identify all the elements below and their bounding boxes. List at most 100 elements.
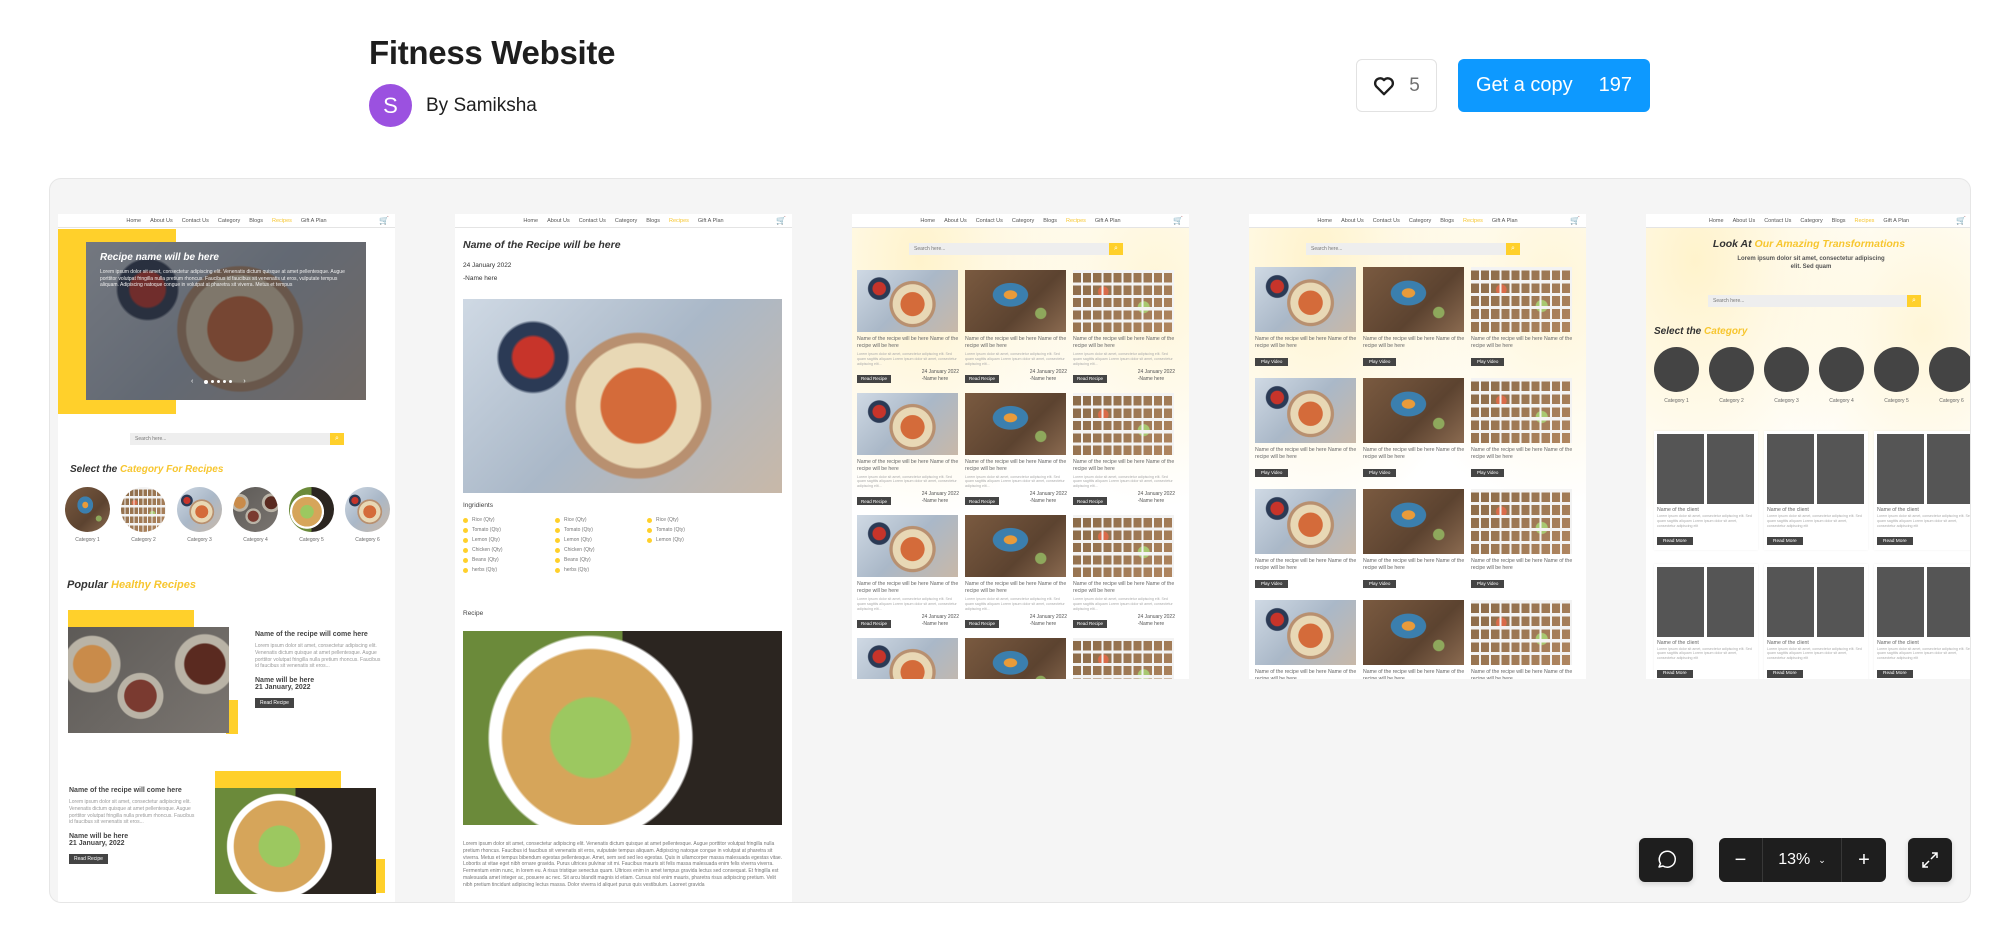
recipe-card-image[interactable] [1073, 515, 1174, 578]
category-item[interactable]: Category 4 [233, 487, 278, 543]
nav-item-contact-us[interactable]: Contact Us [1373, 218, 1400, 224]
category-item[interactable]: Category 2 [1709, 347, 1754, 404]
search-input[interactable]: Search here... [130, 433, 330, 445]
read-more-button[interactable]: Read More [1657, 537, 1693, 546]
category-item[interactable]: Category 3 [1764, 347, 1809, 404]
recipe-card-image[interactable] [857, 515, 958, 578]
play-video-button[interactable]: Play Video [1363, 579, 1397, 588]
recipe-card[interactable]: Name of the recipe will be here Name of … [1255, 489, 1357, 590]
recipe-card-image[interactable] [1471, 600, 1572, 666]
cart-icon[interactable]: 🛒 [1956, 216, 1966, 225]
recipe-card-image[interactable] [965, 515, 1066, 578]
recipe-card[interactable]: Name of the recipe will be here Name of … [1073, 270, 1175, 383]
search-input[interactable]: Search here... [909, 243, 1109, 255]
category-image[interactable] [1819, 347, 1864, 392]
read-recipe-button[interactable]: Read Recipe [1073, 374, 1108, 383]
frame-recipe-detail[interactable]: Home About Us Contact Us Category Blogs Recip… [455, 214, 792, 902]
nav-item-recipes[interactable]: Recipes [1066, 218, 1086, 224]
category-item[interactable]: Category 6 [1929, 347, 1970, 404]
category-image[interactable] [1709, 347, 1754, 392]
nav-item-about-us[interactable]: About Us [1341, 218, 1364, 224]
nav-item-home[interactable]: Home [1709, 218, 1724, 224]
nav-item-about-us[interactable]: About Us [1733, 218, 1756, 224]
recipe-card[interactable]: Name of the recipe will be here Name of … [857, 515, 959, 628]
nav-item-recipes[interactable]: Recipes [1855, 218, 1875, 224]
client-card[interactable]: Name of the client Lorem ipsum dolor sit … [1874, 431, 1970, 550]
play-video-button[interactable]: Play Video [1255, 579, 1289, 588]
nav-item-about-us[interactable]: About Us [547, 218, 570, 224]
cart-icon[interactable]: 🛒 [1570, 216, 1580, 225]
search-bar[interactable]: Search here... ⌕ [909, 243, 1123, 255]
nav-item-category[interactable]: Category [1012, 218, 1034, 224]
search-bar[interactable]: Search here... ⌕ [130, 433, 344, 445]
recipe-card[interactable]: Name of the recipe will be here Name of … [1363, 267, 1465, 368]
author[interactable]: S By Samiksha [369, 84, 537, 127]
popular-recipe-image[interactable] [68, 627, 229, 733]
category-image[interactable] [177, 487, 222, 532]
avatar[interactable]: S [369, 84, 412, 127]
category-item[interactable]: Category 1 [65, 487, 110, 543]
search-icon[interactable]: ⌕ [1907, 295, 1921, 307]
client-card[interactable]: Name of the client Lorem ipsum dolor sit … [1764, 431, 1868, 550]
play-video-button[interactable]: Play Video [1471, 357, 1505, 366]
nav-item-blogs[interactable]: Blogs [1832, 218, 1846, 224]
search-icon[interactable]: ⌕ [330, 433, 344, 445]
category-item[interactable]: Category 5 [1874, 347, 1919, 404]
cart-icon[interactable]: 🛒 [1173, 216, 1183, 225]
recipe-card-image[interactable] [1471, 267, 1572, 332]
next-arrow-icon[interactable]: › [243, 378, 245, 385]
recipe-card-image[interactable] [1363, 600, 1464, 666]
recipe-card[interactable]: Name of the recipe will be here Name of … [1255, 600, 1357, 679]
author-name[interactable]: By Samiksha [426, 95, 537, 117]
carousel-dot[interactable] [217, 380, 221, 383]
nav-item-category[interactable]: Category [615, 218, 637, 224]
play-video-button[interactable]: Play Video [1255, 468, 1289, 477]
search-icon[interactable]: ⌕ [1109, 243, 1123, 255]
recipe-card-image[interactable] [1471, 489, 1572, 555]
frame-transformations[interactable]: Home About Us Contact Us Category Blogs Recip… [1646, 214, 1970, 679]
play-video-button[interactable]: Play Video [1255, 357, 1289, 366]
client-card[interactable]: Name of the client Lorem ipsum dolor sit … [1874, 563, 1970, 679]
zoom-out-button[interactable]: − [1719, 838, 1763, 882]
search-bar[interactable]: Search here... ⌕ [1306, 243, 1520, 255]
play-video-button[interactable]: Play Video [1471, 579, 1505, 588]
nav-item-contact-us[interactable]: Contact Us [579, 218, 606, 224]
recipe-card-image[interactable] [1255, 600, 1356, 666]
read-recipe-button[interactable]: Read Recipe [69, 854, 108, 864]
nav-item-home[interactable]: Home [920, 218, 935, 224]
recipe-card-image[interactable] [965, 270, 1066, 332]
nav-item-about-us[interactable]: About Us [150, 218, 173, 224]
nav-item-recipes[interactable]: Recipes [669, 218, 689, 224]
category-item[interactable]: Category 6 [345, 487, 390, 543]
read-recipe-button[interactable]: Read Recipe [857, 374, 892, 383]
read-recipe-button[interactable]: Read Recipe [857, 619, 892, 628]
category-image[interactable] [289, 487, 334, 532]
recipe-card-image[interactable] [1363, 267, 1464, 332]
read-more-button[interactable]: Read More [1877, 669, 1913, 678]
category-image[interactable] [1929, 347, 1970, 392]
recipe-card-image[interactable] [857, 392, 958, 455]
read-recipe-button[interactable]: Read Recipe [965, 497, 1000, 506]
nav-item-blogs[interactable]: Blogs [249, 218, 263, 224]
recipe-card-image[interactable] [1363, 489, 1464, 555]
fullscreen-button[interactable] [1908, 838, 1952, 882]
recipe-card-image[interactable] [965, 637, 1066, 679]
recipe-card-image[interactable] [1073, 270, 1174, 332]
nav-item-recipes[interactable]: Recipes [272, 218, 292, 224]
play-video-button[interactable]: Play Video [1363, 468, 1397, 477]
search-bar[interactable]: Search here... ⌕ [1708, 295, 1921, 307]
nav-item-blogs[interactable]: Blogs [646, 218, 660, 224]
carousel-dot[interactable] [211, 380, 215, 383]
nav-item-contact-us[interactable]: Contact Us [976, 218, 1003, 224]
nav-item-blogs[interactable]: Blogs [1043, 218, 1057, 224]
carousel-dot[interactable] [229, 380, 233, 383]
recipe-card-image[interactable] [1471, 378, 1572, 444]
read-recipe-button[interactable]: Read Recipe [255, 698, 294, 708]
recipe-card[interactable]: Name of the recipe will be here Name of … [1471, 378, 1573, 479]
recipe-card[interactable]: Name of the recipe will be here Name of … [1471, 600, 1573, 679]
frame-home[interactable]: Home About Us Contact Us Category Blogs Recip… [58, 214, 395, 902]
category-image[interactable] [65, 487, 110, 532]
read-recipe-button[interactable]: Read Recipe [857, 497, 892, 506]
nav-item-category[interactable]: Category [1409, 218, 1431, 224]
category-item[interactable]: Category 4 [1819, 347, 1864, 404]
